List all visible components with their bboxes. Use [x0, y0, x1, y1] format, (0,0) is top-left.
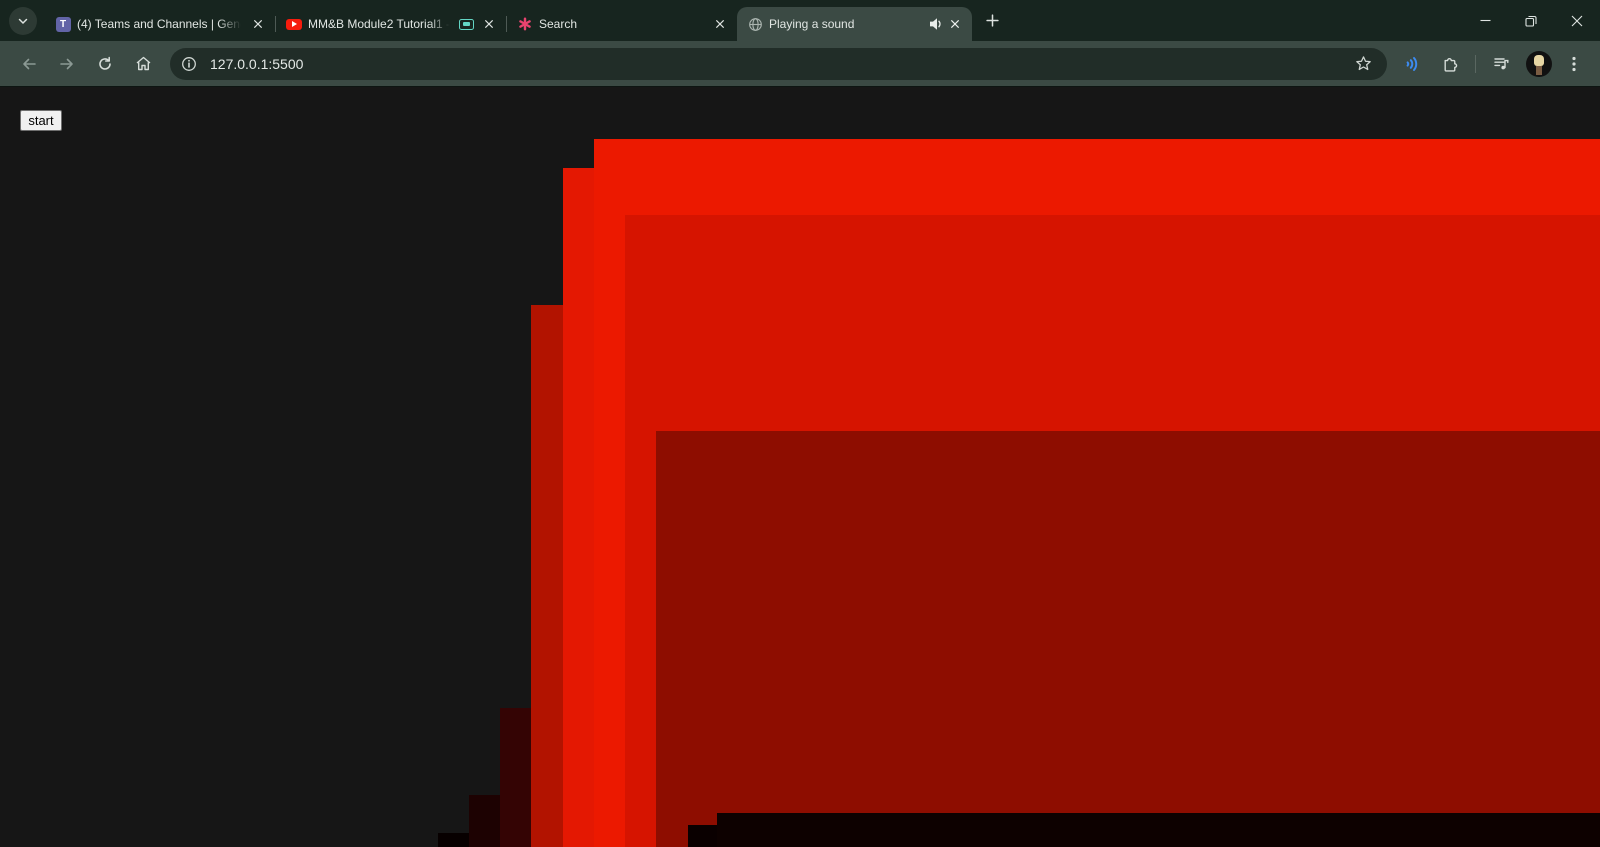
- start-button[interactable]: start: [20, 110, 62, 131]
- youtube-icon: [286, 16, 302, 32]
- plus-icon: [985, 14, 999, 27]
- restore-icon: [1525, 15, 1537, 27]
- picture-in-picture-icon: [459, 18, 474, 30]
- close-tab-icon[interactable]: [249, 15, 267, 33]
- browser-menu-button[interactable]: [1560, 47, 1588, 81]
- tab-search-page[interactable]: Search: [507, 7, 737, 41]
- tab-title: Playing a sound: [769, 17, 855, 31]
- profile-avatar[interactable]: [1526, 50, 1552, 77]
- media-controls-icon: [1493, 55, 1510, 72]
- url-text[interactable]: 127.0.0.1:5500: [210, 56, 1349, 72]
- toolbar-separator: [1475, 54, 1476, 73]
- toolbar-actions: [1393, 47, 1590, 81]
- chevron-down-icon: [17, 15, 29, 27]
- reload-icon: [97, 56, 113, 72]
- restore-button[interactable]: [1508, 0, 1554, 41]
- page-content: start: [0, 88, 1600, 847]
- minimize-icon: [1480, 15, 1491, 26]
- tab-youtube[interactable]: MM&B Module2 Tutorial1 -: [276, 7, 506, 41]
- sound-waves-icon: [1404, 56, 1420, 72]
- minimize-button[interactable]: [1462, 0, 1508, 41]
- close-window-button[interactable]: [1554, 0, 1600, 41]
- tab-playing-a-sound[interactable]: Playing a sound: [737, 7, 972, 41]
- home-button[interactable]: [126, 47, 160, 81]
- tab-title: MM&B Module2 Tutorial1 -: [308, 17, 451, 31]
- tab-audio-icon[interactable]: [926, 15, 946, 33]
- globe-icon: [747, 16, 763, 32]
- forward-arrow-icon: [59, 57, 75, 71]
- listen-button[interactable]: [1395, 47, 1429, 81]
- browser-window: T (4) Teams and Channels | Gener MM&B Mo…: [0, 0, 1600, 847]
- bookmark-star-icon[interactable]: [1349, 50, 1377, 78]
- teams-icon: T: [55, 16, 71, 32]
- close-tab-icon[interactable]: [480, 15, 498, 33]
- close-icon: [1571, 15, 1583, 27]
- avatar-image: [1534, 54, 1544, 66]
- tab-teams[interactable]: T (4) Teams and Channels | Gener: [45, 7, 275, 41]
- extensions-puzzle-icon: [1442, 55, 1459, 72]
- home-icon: [135, 56, 152, 71]
- browser-toolbar: 127.0.0.1:5500: [0, 41, 1600, 87]
- media-controls-button[interactable]: [1484, 47, 1518, 81]
- visualizer: [0, 88, 1600, 847]
- three-dot-menu-icon: [1572, 56, 1576, 72]
- tab-search-button[interactable]: [9, 6, 37, 35]
- asterisk-icon: [517, 16, 533, 32]
- close-tab-icon[interactable]: [711, 15, 729, 33]
- back-button[interactable]: [12, 47, 46, 81]
- window-controls: [1462, 0, 1600, 41]
- tab-title: (4) Teams and Channels | Gener: [77, 17, 243, 31]
- close-tab-icon[interactable]: [946, 15, 964, 33]
- tab-strip: T (4) Teams and Channels | Gener MM&B Mo…: [0, 0, 1600, 41]
- address-bar[interactable]: 127.0.0.1:5500: [170, 47, 1387, 80]
- forward-button[interactable]: [50, 47, 84, 81]
- site-info-icon[interactable]: [176, 51, 202, 77]
- back-arrow-icon: [21, 57, 37, 71]
- visualizer-bar: [656, 431, 1600, 847]
- reload-button[interactable]: [88, 47, 122, 81]
- visualizer-bar: [717, 813, 1600, 847]
- new-tab-button[interactable]: [978, 7, 1006, 35]
- tab-title: Search: [539, 17, 578, 31]
- extensions-button[interactable]: [1433, 47, 1467, 81]
